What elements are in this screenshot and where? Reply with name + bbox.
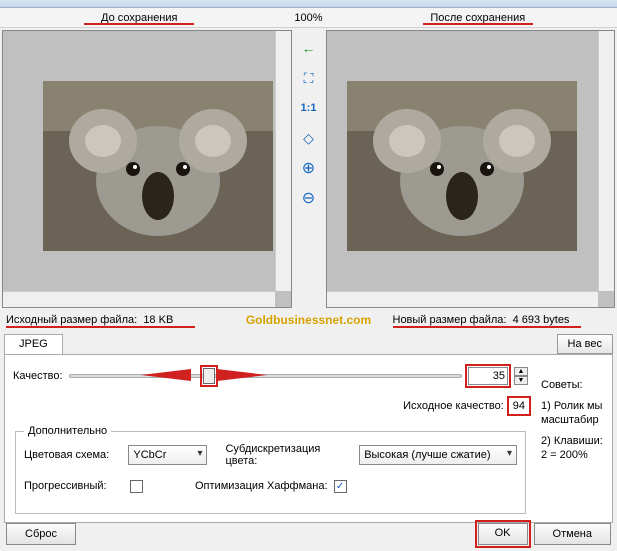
zoom-percent-label: 100% (279, 12, 339, 24)
settings-panel: Качество: 35 ▲▼ Исходное качество: 94 До… (4, 354, 613, 523)
quality-spinner[interactable]: ▲▼ (514, 367, 528, 385)
color-scheme-label: Цветовая схема: (24, 449, 122, 461)
quality-slider-thumb[interactable] (203, 368, 215, 384)
new-filesize: Новый размер файла: 4 693 bytes (393, 314, 612, 326)
scrollbar-horizontal[interactable] (327, 291, 599, 307)
scrollbar-horizontal[interactable] (3, 291, 275, 307)
reset-button[interactable]: Сброс (6, 523, 76, 545)
watermark-text: Goldbusinessnet.com (229, 313, 389, 327)
orig-quality-value: 94 (510, 399, 528, 413)
huffman-label: Оптимизация Хаффмана: (195, 480, 328, 492)
quality-slider[interactable] (69, 374, 462, 378)
arrow-left-annotation (141, 369, 191, 381)
one-to-one-icon[interactable]: 1:1 (299, 98, 319, 118)
window-titlebar (0, 0, 617, 8)
subsampling-dropdown[interactable]: Высокая (лучше сжатие) (359, 445, 517, 465)
preview-after[interactable] (326, 30, 616, 308)
before-save-label: До сохранения (0, 12, 279, 24)
preview-area: ← ⛶ 1:1 ◇ (0, 28, 617, 310)
tip-1: 1) Ролик мы масштабир (541, 399, 604, 428)
arrow-left-icon[interactable]: ← (299, 38, 319, 58)
original-filesize-value: 18 KB (143, 314, 173, 328)
fit-screen-icon[interactable]: ⛶ (299, 68, 319, 88)
orig-quality-label: Исходное качество: (403, 400, 504, 412)
zoom-out-icon[interactable] (299, 188, 319, 208)
progressive-checkbox[interactable] (130, 480, 143, 493)
tab-jpeg[interactable]: JPEG (4, 334, 63, 354)
preview-image-after (347, 81, 577, 251)
after-save-label: После сохранения (339, 12, 617, 24)
preview-image-before (43, 81, 273, 251)
scrollbar-vertical[interactable] (275, 31, 291, 291)
preview-header: До сохранения 100% После сохранения (0, 8, 617, 28)
progressive-label: Прогрессивный: (24, 480, 124, 492)
center-toolbar: ← ⛶ 1:1 ◇ (294, 28, 324, 310)
extra-fieldset: Дополнительно Цветовая схема: YCbCr Субд… (15, 425, 526, 514)
subsampling-label: Субдискретизация цвета: (225, 443, 353, 467)
bottom-buttons: Сброс OK Отмена (0, 523, 617, 545)
original-filesize-label: Исходный размер файла: (6, 314, 137, 326)
original-filesize: Исходный размер файла: 18 KB (6, 314, 225, 326)
tips-panel: Советы: 1) Ролик мы масштабир 2) Клавиши… (536, 365, 604, 514)
tabs-row: JPEG На вес (0, 330, 617, 354)
color-scheme-value: YCbCr (133, 449, 166, 461)
filesize-row: Исходный размер файла: 18 KB Goldbusines… (0, 310, 617, 330)
quality-value-input[interactable]: 35 (468, 367, 508, 385)
scrollbar-vertical[interactable] (598, 31, 614, 291)
color-scheme-dropdown[interactable]: YCbCr (128, 445, 207, 465)
zoom-in-icon[interactable] (299, 158, 319, 178)
preview-before[interactable] (2, 30, 292, 308)
new-filesize-label: Новый размер файла: (393, 314, 507, 326)
extra-legend: Дополнительно (24, 425, 111, 437)
arrow-right-annotation (217, 369, 267, 381)
new-filesize-value: 4 693 bytes (513, 314, 570, 328)
fit-window-icon[interactable]: ◇ (299, 128, 319, 148)
fullscreen-button[interactable]: На вес (557, 334, 613, 354)
tip-2: 2) Клавиши: 2 = 200% (541, 434, 604, 463)
cancel-button[interactable]: Отмена (534, 523, 611, 545)
ok-button[interactable]: OK (478, 523, 528, 545)
huffman-checkbox[interactable]: ✓ (334, 480, 347, 493)
subsampling-value: Высокая (лучше сжатие) (364, 449, 490, 461)
quality-label: Качество: (13, 370, 63, 382)
tips-title: Советы: (541, 379, 604, 391)
